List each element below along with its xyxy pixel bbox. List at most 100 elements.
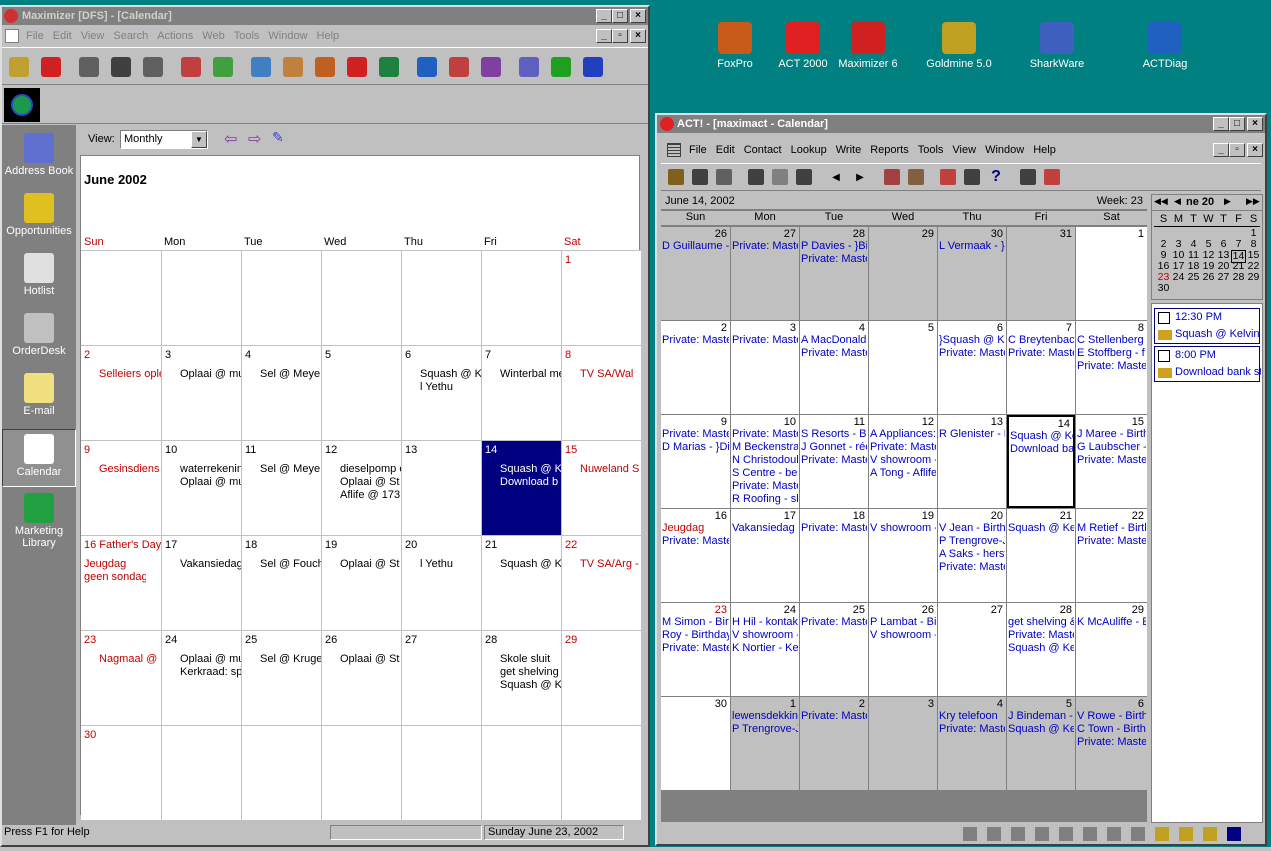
notes-icon[interactable] [178,54,204,80]
doc-icon[interactable] [5,29,19,43]
calendar-day-cell[interactable]: 13 [401,440,481,535]
act-event[interactable]: R Glenister - H [939,428,1005,441]
act-day-cell[interactable]: 1 [1076,227,1147,320]
act-menu-item-window[interactable]: Window [985,144,1024,156]
globe-icon[interactable] [4,88,40,122]
calendar-day-cell[interactable]: 11 Sel @ Meye [241,440,321,535]
act-event[interactable]: Private: Maste [801,522,867,535]
calendar-event[interactable]: waterrekenin [180,463,241,476]
calendar-day-cell[interactable] [161,250,241,345]
act-event[interactable]: K Nortier - Ker [732,642,798,655]
act-day-cell[interactable]: 17 Vakansiedag [731,509,799,602]
calendar-event[interactable]: Squash @ K [500,463,561,476]
chevron-down-icon[interactable]: ▼ [191,131,207,148]
act-event[interactable]: L Vermaak - }I [939,240,1005,253]
mini-day[interactable]: 26 [1201,272,1216,283]
calendar-day-cell[interactable]: 24 Oplaai @ mu Kerkraad: sp [161,630,241,725]
act-day-cell[interactable]: 30 [661,697,730,790]
act-event[interactable]: G Laubscher - [1077,441,1146,454]
stop-icon[interactable] [1227,827,1241,841]
act-day-cell[interactable]: 13 R Glenister - H [938,415,1006,508]
act-day-cell[interactable]: 1 lewensdekkin P Trengrove-J [731,697,799,790]
calendar-day-cell[interactable]: 7 Winterbal me [481,345,561,440]
act-day-cell[interactable]: 24 H Hil - kontak V showroom -K Nortier - … [731,603,799,696]
act-day-cell[interactable]: 20 V Jean - Birthd P Trengrove-J A Saks - h… [938,509,1006,602]
calendar-event[interactable]: l Yethu [420,558,481,571]
calendar-event[interactable]: TV SA/Arg - [580,558,641,571]
act-event[interactable]: D Marias - }Di [662,441,729,454]
calendar-day-cell[interactable]: 29 [561,630,641,725]
calendar-day-cell[interactable]: 10 waterrekenin Oplaai @ mu [161,440,241,535]
handshake-icon[interactable] [1155,827,1169,841]
maximizer-titlebar[interactable]: Maximizer [DFS] - [Calendar] [2,7,648,25]
close-button[interactable]: × [630,9,646,23]
menu-item-search[interactable]: Search [113,30,148,42]
calendar-day-cell[interactable] [561,725,641,820]
mini-day[interactable]: 25 [1186,272,1201,283]
calendar-event[interactable]: Winterbal me [500,368,561,381]
act-event[interactable]: Private: Maste [801,454,867,467]
mini-day[interactable]: 24 [1171,272,1186,283]
people-icon[interactable] [1011,827,1025,841]
contacts-icon[interactable] [963,827,977,841]
calendar-event[interactable]: Oplaai @ mu [180,653,241,666]
act-event[interactable]: get shelving & [1008,616,1074,629]
view-select[interactable]: Monthly ▼ [120,130,208,149]
act-event[interactable]: Private: Maste [662,428,729,441]
calendar-event[interactable]: Vakansiedag [180,558,241,571]
prev-icon[interactable]: ◀ [825,165,847,189]
act-event[interactable]: A Tong - Aflife [870,467,936,480]
calendar-day-cell[interactable]: 19 Oplaai @ St [321,535,401,630]
calendar-day-cell[interactable] [481,725,561,820]
desktop-icon-5[interactable]: ACTDiag [1125,22,1205,70]
calendar-event[interactable]: Squash @ K [500,558,561,571]
act-doc-close-button[interactable]: × [1247,143,1263,157]
calendar-month-icon[interactable] [1107,827,1121,841]
calendar-day-cell[interactable]: 18 Sel @ Fouch [241,535,321,630]
act-day-cell[interactable]: 14 Squash @ Ke Download bar [1007,415,1075,508]
help-icon[interactable]: ? [985,165,1007,189]
calendar-day-cell[interactable] [481,250,561,345]
act-event[interactable]: Squash @ Ke [1008,642,1074,655]
calendar-day-cell[interactable]: 30 [81,725,161,820]
calendar-event[interactable]: Sel @ Meye [260,463,321,476]
act-day-cell[interactable]: 16 Jeugdag Private: Maste [661,509,730,602]
act-event[interactable]: Private: Maste [1077,360,1146,373]
desktop-icon-4[interactable]: SharkWare [1017,22,1097,70]
calendar-event[interactable]: Sel @ Kruge [260,653,321,666]
act-event[interactable]: Private: Maste [662,535,729,548]
modem-icon[interactable] [961,165,983,189]
calendar-event[interactable]: l Yethu [420,381,481,394]
act-event[interactable]: Private: Maste [1077,454,1146,467]
calendar-day-cell[interactable]: 26 Oplaai @ St [321,630,401,725]
internet-icon[interactable] [1041,165,1063,189]
act-doc-minimize-button[interactable]: _ [1213,143,1229,157]
act-titlebar[interactable]: ACT! - [maximact - Calendar] [657,115,1265,133]
tools-icon[interactable] [478,54,504,80]
task-icon[interactable] [1035,827,1049,841]
calendar-day-cell[interactable] [241,725,321,820]
act-menu-item-contact[interactable]: Contact [744,144,782,156]
act-event[interactable]: P Trengrove-J [939,535,1005,548]
calendar-event[interactable]: Nagmaal @ [99,653,161,666]
act-event[interactable]: Private: Maste [662,642,729,655]
act-day-cell[interactable]: 6}Squash @ K Private: Maste [938,321,1006,414]
filter-icon[interactable] [905,165,927,189]
calendar-day-cell[interactable]: 8 TV SA/Wal [561,345,641,440]
act-event[interactable]: V Jean - Birthd [939,522,1005,535]
print-icon[interactable] [713,165,735,189]
calendar-event[interactable]: Selleiers ople [99,368,161,381]
act-day-cell[interactable]: 10 Private: Maste M Beckenstra N Christodou… [731,415,799,508]
menu-item-actions[interactable]: Actions [157,30,193,42]
act-event[interactable]: Private: Maste [801,253,867,266]
print-preview-icon[interactable]: ✎ [272,129,284,146]
desktop-icon-2[interactable]: Maximizer 6 [828,22,908,70]
menu-item-help[interactable]: Help [317,30,340,42]
act-day-cell[interactable]: 30 L Vermaak - }I [938,227,1006,320]
calendar-event[interactable]: Gesinsdiens [99,463,161,476]
calendar-day-cell[interactable]: 12 dieselpomp e Oplaai @ St Aflife @ 173 [321,440,401,535]
act-day-cell[interactable]: 6V Rowe - Birth C Town - Birth Private: Ma… [1076,697,1147,790]
calendar-event[interactable]: get shelving [500,666,561,679]
act-event[interactable]: Private: Maste [939,723,1005,736]
act-day-cell[interactable]: 21 Squash @ Ke [1007,509,1075,602]
